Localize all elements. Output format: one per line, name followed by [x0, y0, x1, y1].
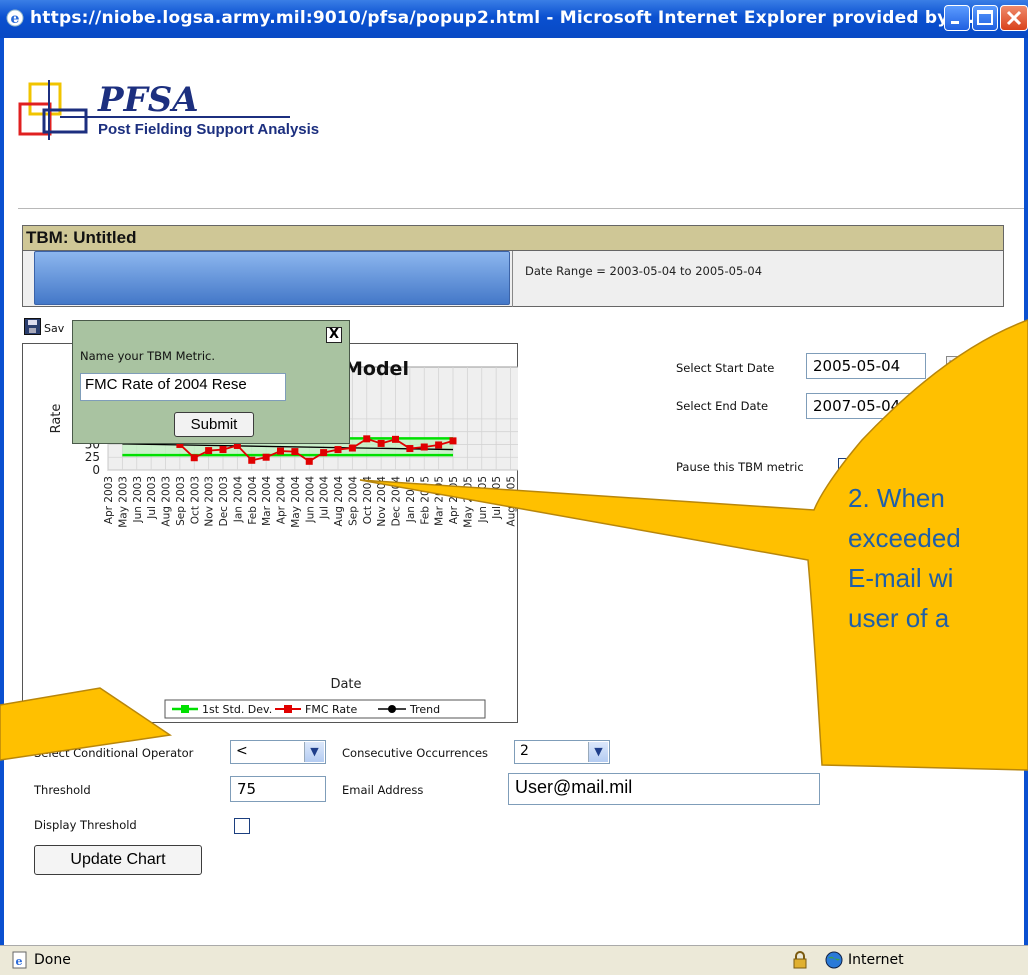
callout-line: E-mail wi [848, 563, 954, 593]
callout-left-pointer [0, 687, 173, 761]
callout-text: 2. When exceeded E-mail wi user of a [848, 478, 1028, 638]
callout-line: 2. When [848, 483, 945, 513]
callout-line: exceeded [848, 523, 961, 553]
callout-line: user of a [848, 603, 950, 633]
